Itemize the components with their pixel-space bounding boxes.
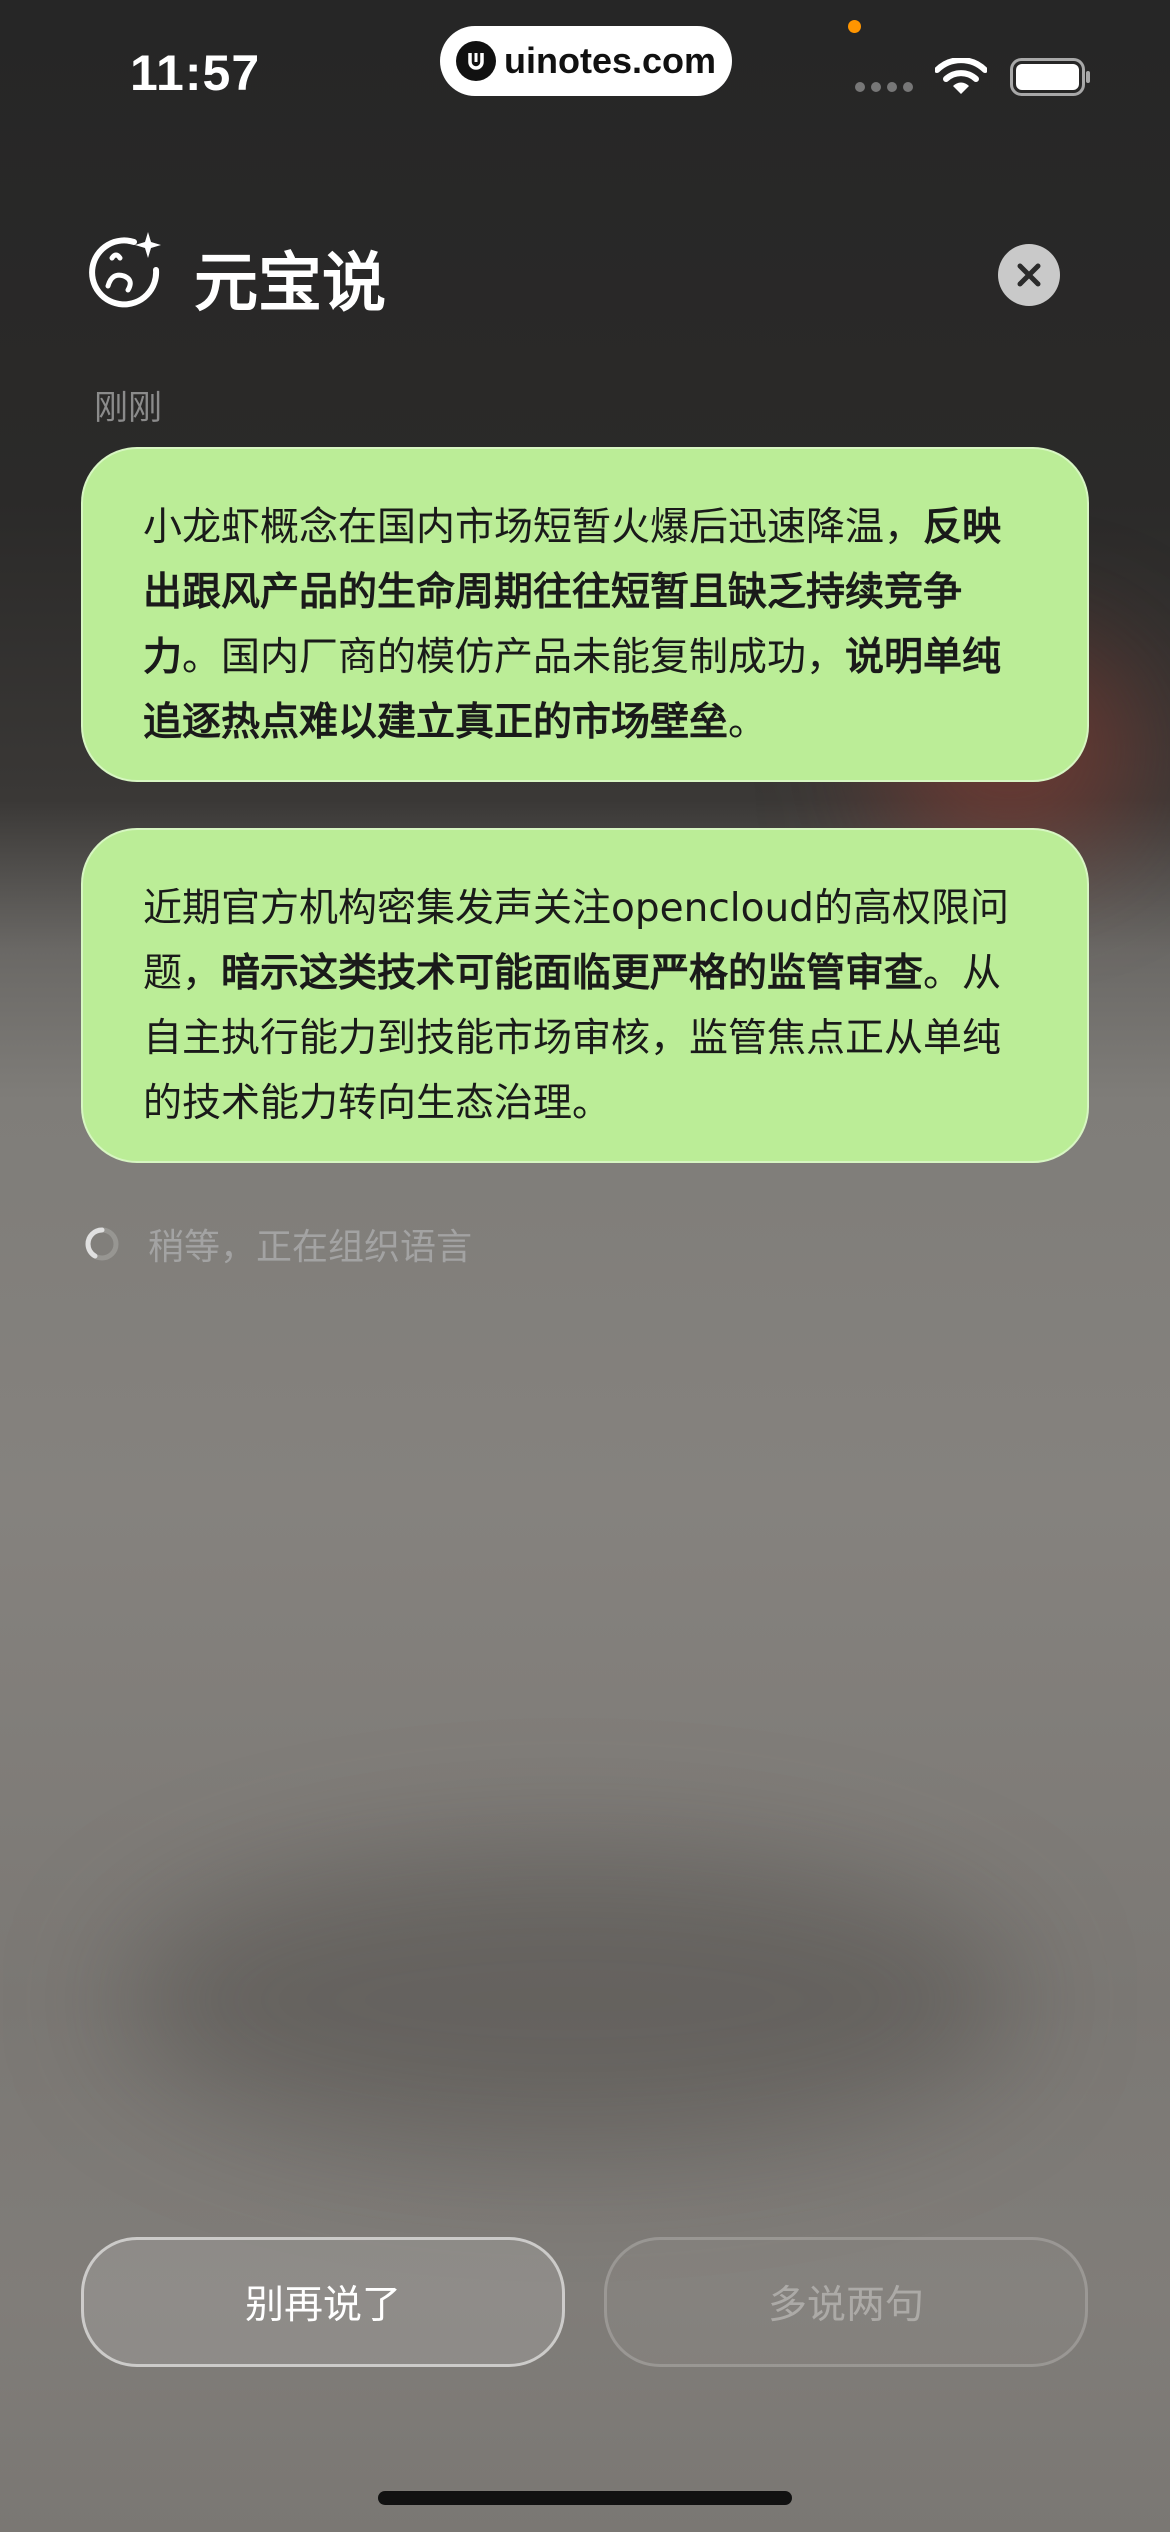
close-button[interactable] bbox=[998, 244, 1060, 306]
close-icon bbox=[1017, 263, 1041, 287]
message-bubble: 小龙虾概念在国内市场短暂火爆后迅速降温，反映出跟风产品的生命周期往往短暂且缺乏持… bbox=[81, 447, 1089, 782]
loading-indicator: 稍等，正在组织语言 bbox=[84, 1218, 472, 1270]
loading-text: 稍等，正在组织语言 bbox=[148, 1227, 473, 1268]
watermark-badge: uinotes.com bbox=[440, 26, 732, 96]
home-indicator[interactable] bbox=[378, 2491, 792, 2505]
yuanbao-logo-icon bbox=[89, 232, 161, 308]
message-text: 近期官方机构密集发声关注opencloud的高权限问题，暗示这类技术可能面临更严… bbox=[143, 886, 1009, 1126]
watermark-logo-icon bbox=[455, 41, 496, 81]
spinner-icon bbox=[85, 1227, 119, 1261]
wifi-icon bbox=[935, 58, 987, 94]
message-bubble: 近期官方机构密集发声关注opencloud的高权限问题，暗示这类技术可能面临更严… bbox=[81, 828, 1089, 1163]
background-glow-dark bbox=[120, 1850, 1020, 2150]
cellular-signal-icon bbox=[855, 82, 913, 92]
privacy-indicator-dot bbox=[848, 20, 861, 33]
message-timestamp: 刚刚 bbox=[94, 388, 162, 428]
status-time: 11:57 bbox=[130, 45, 261, 101]
watermark-text: uinotes.com bbox=[503, 40, 717, 81]
message-text: 小龙虾概念在国内市场短暂火爆后迅速降温，反映出跟风产品的生命周期往往短暂且缺乏持… bbox=[143, 505, 1002, 745]
say-more-button[interactable]: 多说两句 bbox=[604, 2237, 1088, 2367]
battery-icon bbox=[1010, 58, 1090, 96]
stop-talking-button[interactable]: 别再说了 bbox=[81, 2237, 565, 2367]
app-title: 元宝说 bbox=[194, 247, 386, 321]
